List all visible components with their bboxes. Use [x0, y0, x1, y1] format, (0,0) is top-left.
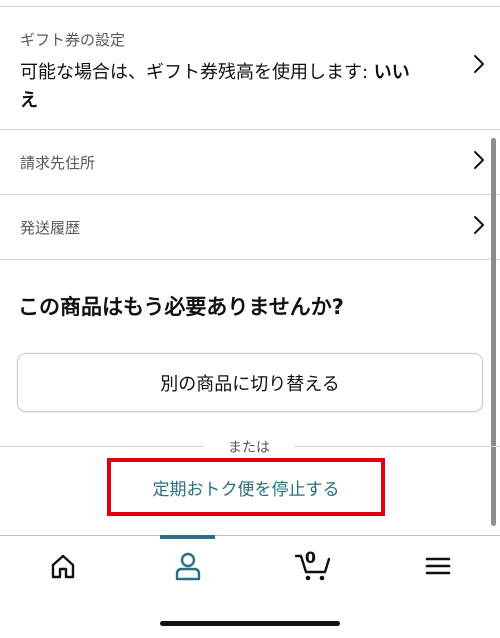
gift-settings-value: 可能な場合は、ギフト券残高を使用します: いいえ	[20, 59, 420, 115]
nav-account[interactable]	[125, 536, 250, 596]
gift-settings-caption: ギフト券の設定	[20, 31, 126, 49]
scrollbar[interactable]	[491, 138, 496, 526]
highlight-box: 定期おトク便を停止する	[107, 458, 385, 516]
cart-icon-wrapper: 0	[294, 548, 331, 582]
shipping-history-label: 発送履歴	[20, 219, 81, 237]
divider-line-right	[294, 446, 500, 447]
switch-product-button[interactable]: 別の商品に切り替える	[17, 353, 483, 412]
divider-line-left	[0, 446, 204, 447]
chevron-right-icon	[474, 55, 484, 73]
stop-subscription-link[interactable]: 定期おトク便を停止する	[111, 462, 381, 512]
billing-address-row[interactable]: 請求先住所	[0, 130, 500, 195]
account-icon	[175, 552, 200, 581]
menu-icon	[425, 557, 450, 575]
top-edge	[0, 0, 500, 7]
cart-count: 0	[304, 548, 317, 567]
subscription-page: ギフト券の設定 可能な場合は、ギフト券残高を使用します: いいえ 請求先住所 発…	[0, 0, 500, 638]
section-heading: この商品はもう必要ありませんか?	[18, 295, 344, 319]
chevron-right-icon	[474, 216, 484, 234]
gift-settings-row[interactable]: ギフト券の設定 可能な場合は、ギフト券残高を使用します: いいえ	[0, 7, 500, 130]
nav-menu[interactable]	[375, 536, 500, 596]
home-indicator	[160, 621, 340, 626]
billing-address-label: 請求先住所	[20, 154, 96, 172]
nav-cart[interactable]: 0	[250, 536, 375, 596]
nav-home[interactable]	[0, 536, 125, 596]
divider-text: または	[228, 440, 270, 456]
home-icon	[51, 554, 74, 579]
shipping-history-row[interactable]: 発送履歴	[0, 195, 500, 260]
gift-settings-value-text: 可能な場合は、ギフト券残高を使用します:	[20, 62, 374, 83]
chevron-right-icon	[474, 151, 484, 169]
